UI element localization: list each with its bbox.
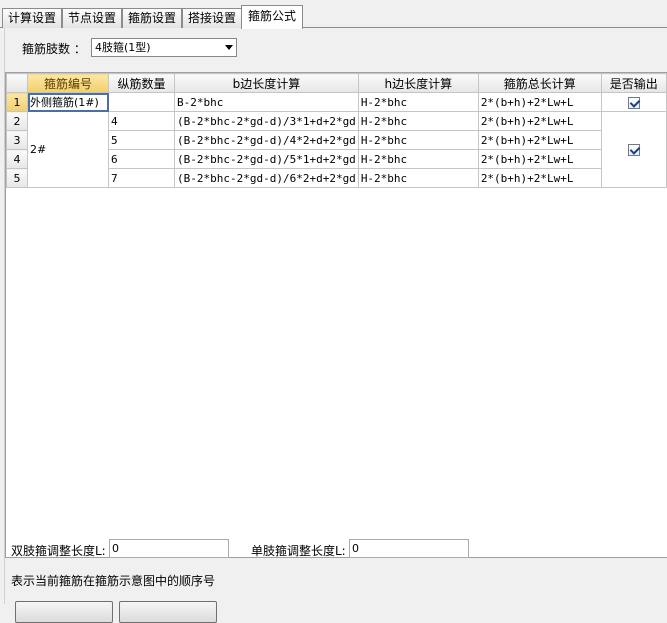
stirrup-legs-select[interactable]: 4肢箍(1型)	[91, 38, 237, 57]
cell-b-length[interactable]: B-2*bhc	[174, 92, 359, 112]
single-leg-adjust-label: 单肢箍调整长度L:	[251, 544, 346, 558]
single-leg-adjust-input[interactable]: 0	[349, 539, 469, 558]
cell-output	[600, 92, 667, 112]
cell-total-length[interactable]: 2*(b+h)+2*Lw+L	[477, 130, 602, 150]
cell-h-length[interactable]: H-2*bhc	[357, 130, 479, 150]
cell-h-length[interactable]: H-2*bhc	[357, 168, 479, 188]
double-leg-adjust-input[interactable]: 0	[109, 539, 229, 558]
cell-b-length[interactable]: (B-2*bhc-2*gd-d)/5*1+d+2*gd	[174, 149, 359, 169]
chevron-down-icon[interactable]	[225, 45, 233, 50]
cell-count[interactable]: 4	[108, 111, 175, 131]
cell-b-length[interactable]: (B-2*bhc-2*gd-d)/4*2+d+2*gd	[174, 130, 359, 150]
cell-h-length[interactable]: H-2*bhc	[357, 92, 479, 112]
table-row: 2 2# 4 (B-2*bhc-2*gd-d)/3*1+d+2*gd H-2*b…	[6, 111, 667, 188]
cell-total-length[interactable]: 2*(b+h)+2*Lw+L	[477, 92, 602, 112]
cell-id[interactable]: 外侧箍筋(1#)	[27, 92, 109, 112]
cell-count[interactable]: 5	[108, 130, 175, 150]
cell-total-length[interactable]: 2*(b+h)+2*Lw+L	[477, 168, 602, 188]
stirrup-legs-label: 箍筋肢数 ：	[22, 42, 86, 56]
header-row: 箍筋编号 纵筋数量 b边长度计算 h边长度计算 箍筋总长计算 是否输出	[6, 73, 667, 93]
corner-cell	[6, 73, 28, 93]
cell-total-length[interactable]: 2*(b+h)+2*Lw+L	[477, 149, 602, 169]
double-leg-adjust-label: 双肢箍调整长度L:	[11, 544, 106, 558]
cell-count[interactable]: 7	[108, 168, 175, 188]
tab-node-settings[interactable]: 节点设置	[62, 8, 122, 28]
col-header-b-length[interactable]: b边长度计算	[174, 73, 359, 93]
cell-b-length[interactable]: (B-2*bhc-2*gd-d)/3*1+d+2*gd	[174, 111, 359, 131]
cell-total-length[interactable]: 2*(b+h)+2*Lw+L	[477, 111, 602, 131]
bottom-button-1[interactable]	[15, 601, 113, 623]
stirrup-legs-value: 4肢箍(1型)	[95, 41, 151, 54]
cell-output	[600, 111, 667, 188]
formula-table: 箍筋编号 纵筋数量 b边长度计算 h边长度计算 箍筋总长计算 是否输出 1 外侧…	[6, 73, 667, 188]
cell-count[interactable]	[108, 92, 175, 112]
row-number[interactable]: 4	[6, 149, 28, 169]
cell-h-length[interactable]: H-2*bhc	[357, 111, 479, 131]
col-header-total-length[interactable]: 箍筋总长计算	[477, 73, 602, 93]
tab-stirrup-settings[interactable]: 箍筋设置	[122, 8, 182, 28]
cell-b-length[interactable]: (B-2*bhc-2*gd-d)/6*2+d+2*gd	[174, 168, 359, 188]
output-checkbox[interactable]	[627, 144, 640, 156]
col-header-h-length[interactable]: h边长度计算	[357, 73, 479, 93]
output-checkbox[interactable]	[627, 96, 640, 109]
tab-stirrup-formula[interactable]: 箍筋公式	[241, 5, 303, 29]
col-header-count[interactable]: 纵筋数量	[108, 73, 175, 93]
hint-text: 表示当前箍筋在箍筋示意图中的顺序号	[11, 574, 216, 588]
col-header-id[interactable]: 箍筋编号	[27, 73, 109, 93]
formula-panel: 箍筋肢数 ： 4肢箍(1型) 箍筋编号 纵筋数量 b边长度计算 h边长度计算 箍…	[4, 28, 667, 623]
formula-grid: 箍筋编号 纵筋数量 b边长度计算 h边长度计算 箍筋总长计算 是否输出 1 外侧…	[5, 72, 667, 558]
row-number[interactable]: 1	[6, 92, 28, 112]
tab-bar: 计算设置 节点设置 箍筋设置 搭接设置 箍筋公式	[0, 0, 667, 29]
row-number[interactable]: 3	[6, 130, 28, 150]
cell-count[interactable]: 6	[108, 149, 175, 169]
tab-lap-settings[interactable]: 搭接设置	[182, 8, 242, 28]
cell-h-length[interactable]: H-2*bhc	[357, 149, 479, 169]
bottom-button-2[interactable]	[119, 601, 217, 623]
row-number[interactable]: 2	[6, 111, 28, 131]
tab-calc-settings[interactable]: 计算设置	[2, 8, 62, 28]
cell-id[interactable]: 2#	[27, 111, 109, 188]
row-number[interactable]: 5	[6, 168, 28, 188]
table-row: 1 外侧箍筋(1#) B-2*bhc H-2*bhc 2*(b+h)+2*Lw+…	[6, 92, 667, 112]
col-header-output[interactable]: 是否输出	[600, 73, 667, 93]
